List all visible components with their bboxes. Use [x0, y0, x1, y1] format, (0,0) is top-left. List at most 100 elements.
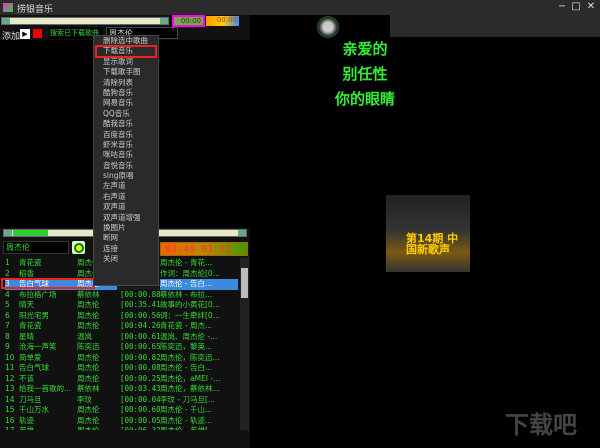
right-header-area: [390, 15, 600, 37]
menu-item[interactable]: QQ音乐: [94, 109, 158, 119]
lyric-preview: 作词：周杰伦[0...: [160, 268, 220, 278]
menu-item[interactable]: sing原唱: [94, 171, 158, 181]
lyric-preview: 周杰伦，aMEI -...: [160, 373, 221, 383]
lyric-line: 你的眼睛: [334, 90, 395, 108]
playlist-row[interactable]: 7 青花瓷 周杰伦 [00:04.26]青花瓷 - 周杰...: [2, 321, 239, 332]
lyric-preview: 温岚、周杰伦 -...: [160, 331, 218, 341]
lyric-time: [00:00.56]: [120, 310, 160, 320]
playlist-row[interactable]: 16轨迹周杰伦[00:00.05]周杰伦 - 轨迹...: [2, 416, 239, 427]
lyric-time: [00:00.04]: [120, 394, 160, 404]
lyric-time: [00:00.82]: [120, 352, 160, 362]
menu-item[interactable]: 网易音乐: [94, 98, 158, 108]
lyric-preview: 周杰伦 - 青花...: [160, 258, 213, 267]
track-number: 4: [5, 289, 10, 299]
playlist-row[interactable]: 17英雄周杰伦[00:06.32]周杰伦 - 英雄[...: [2, 426, 239, 430]
track-number: 13: [5, 384, 15, 393]
playlist-row[interactable]: 9 沧海一声笑 陈奕迅 [00:00.65]陈奕迅，黎英...: [2, 342, 239, 353]
menu-item[interactable]: 左声道: [94, 181, 158, 191]
lyric-preview: 故事的小黄花[0...: [160, 300, 220, 309]
stop-button[interactable]: [33, 29, 42, 38]
menu-item[interactable]: 显示歌词: [94, 57, 158, 67]
lyric-time: [00:35.41]: [120, 300, 160, 309]
lyric-preview: 蔡依林 - 布拉...: [160, 289, 213, 299]
menu-item[interactable]: 咪咕音乐: [94, 150, 158, 160]
total-time: 03:31: [201, 244, 232, 255]
lyric-preview: 陈奕迅，黎英...: [160, 342, 213, 351]
menu-item[interactable]: 虾米音乐: [94, 140, 158, 150]
search-icon[interactable]: [72, 241, 85, 254]
menu-item[interactable]: 删除选中歌曲: [94, 36, 158, 46]
playlist-row[interactable]: 15 千山万水 周杰伦 [00:00.60]周杰伦 - 千山...: [2, 405, 239, 416]
scrollbar-thumb[interactable]: [241, 268, 248, 298]
lyric-time: [00:00.60]: [120, 405, 160, 414]
title-bar: 捞银音乐 − □ ✕: [0, 0, 600, 15]
menu-item[interactable]: 关闭: [94, 254, 158, 264]
lyric-time: [00:00.05]: [120, 415, 160, 425]
menu-item[interactable]: 下载音乐: [95, 45, 157, 58]
artist: 周杰伦: [77, 321, 100, 330]
track-number: 11: [5, 363, 15, 372]
time-display-b: 00:00: [206, 16, 239, 26]
playlist-scrollbar[interactable]: [240, 258, 249, 430]
song-title: 沧海一声笑: [19, 342, 57, 351]
menu-item[interactable]: 连接: [94, 244, 158, 254]
lyric-line: 亲爱的: [342, 40, 388, 58]
song-title: 千山万水: [19, 405, 49, 414]
menu-item[interactable]: 换图片: [94, 223, 158, 233]
menu-item[interactable]: 下载歌手图: [94, 67, 158, 77]
track-number: 16: [5, 415, 15, 425]
menu-item[interactable]: 双声道增强: [94, 213, 158, 223]
play-button[interactable]: ▶: [20, 29, 30, 39]
menu-item[interactable]: 百度音乐: [94, 130, 158, 140]
song-title: 刀马旦: [19, 394, 42, 404]
playlist-row[interactable]: 10 简单爱 周杰伦 [00:00.82]周杰伦，陈奕迅...: [2, 353, 239, 364]
artist: 蔡依林: [77, 289, 100, 299]
track-number: 1: [5, 258, 10, 267]
menu-item[interactable]: 右声道: [94, 192, 158, 202]
artist: 周杰伦: [77, 352, 100, 362]
menu-item[interactable]: 酷我音乐: [94, 119, 158, 129]
song-search-input[interactable]: 周杰伦: [3, 241, 69, 254]
playlist-row[interactable]: 11 告白气球 周杰伦 [00:00.08]周杰伦 - 告白...: [2, 363, 239, 374]
maximize-button[interactable]: □: [569, 1, 583, 12]
song-title: 青花瓷: [19, 258, 42, 267]
lyric-time: [00:00.65]: [120, 342, 160, 351]
artist: 周杰伦: [77, 363, 100, 372]
playlist-row[interactable]: 5 晴天 周杰伦 [00:35.41]故事的小黄花[0...: [2, 300, 239, 311]
lyric-time: [00:00.61]: [120, 331, 160, 341]
playlist-row[interactable]: 4 布拉格广场 蔡依林 [00:00.88]蔡依林 - 布拉...: [2, 290, 239, 301]
song-title: 晴天: [19, 300, 34, 309]
artist: 周杰伦: [77, 300, 100, 309]
menu-item[interactable]: 音悦音乐: [94, 161, 158, 171]
artist: 周杰伦: [77, 426, 117, 430]
song-title: 轨迹: [19, 415, 34, 425]
artist: 蔡依林: [77, 384, 100, 393]
song-title: 给我一首歌的...: [19, 384, 72, 393]
track-number: 7: [5, 321, 10, 330]
lyric-time: [00:04.26]: [120, 321, 160, 330]
playlist-row[interactable]: 12 不该 周杰伦 [00:00.25]周杰伦，aMEI -...: [2, 374, 239, 385]
lyric-time: [00:00.88]: [120, 289, 160, 299]
playlist-row[interactable]: 14 刀马旦 李玟 [00:00.04]李玟 - 刀马旦[...: [2, 395, 239, 406]
watermark: 下载吧: [505, 411, 577, 439]
close-button[interactable]: ✕: [584, 1, 598, 12]
minimize-button[interactable]: −: [555, 1, 569, 12]
playlist-row[interactable]: 13 给我一首歌的... 蔡依林 [00:03.43]周杰伦，蔡依林...: [2, 384, 239, 395]
menu-item[interactable]: 清除列表: [94, 78, 158, 88]
playlist-row[interactable]: 8 星晴 温岚 [00:00.61]温岚、周杰伦 -...: [2, 332, 239, 343]
menu-item[interactable]: 双声道: [94, 202, 158, 212]
progress-slider[interactable]: [1, 17, 169, 25]
artist: 温岚: [77, 331, 92, 341]
window-title: 捞银音乐: [17, 5, 54, 15]
song-title: 青花瓷: [19, 321, 42, 330]
menu-item[interactable]: 酷狗音乐: [94, 88, 158, 98]
current-song-highlight: [1, 278, 95, 289]
lyric-preview: 周杰伦，陈奕迅...: [160, 352, 220, 362]
context-menu: 删除选中歌曲 下载音乐 显示歌词 下载歌手图 清除列表 酷狗音乐 网易音乐 QQ音乐 酷我音乐百…: [93, 35, 159, 286]
menu-item[interactable]: 断网: [94, 233, 158, 243]
track-number: 14: [5, 394, 15, 404]
time-display: 02:49 03:31: [160, 242, 248, 256]
track-number: 9: [5, 342, 10, 351]
artist: 周杰伦: [77, 405, 100, 414]
playlist-row[interactable]: 6 阳光宅男 周杰伦 [00:00.56]词：一生牵绊[0...: [2, 311, 239, 322]
